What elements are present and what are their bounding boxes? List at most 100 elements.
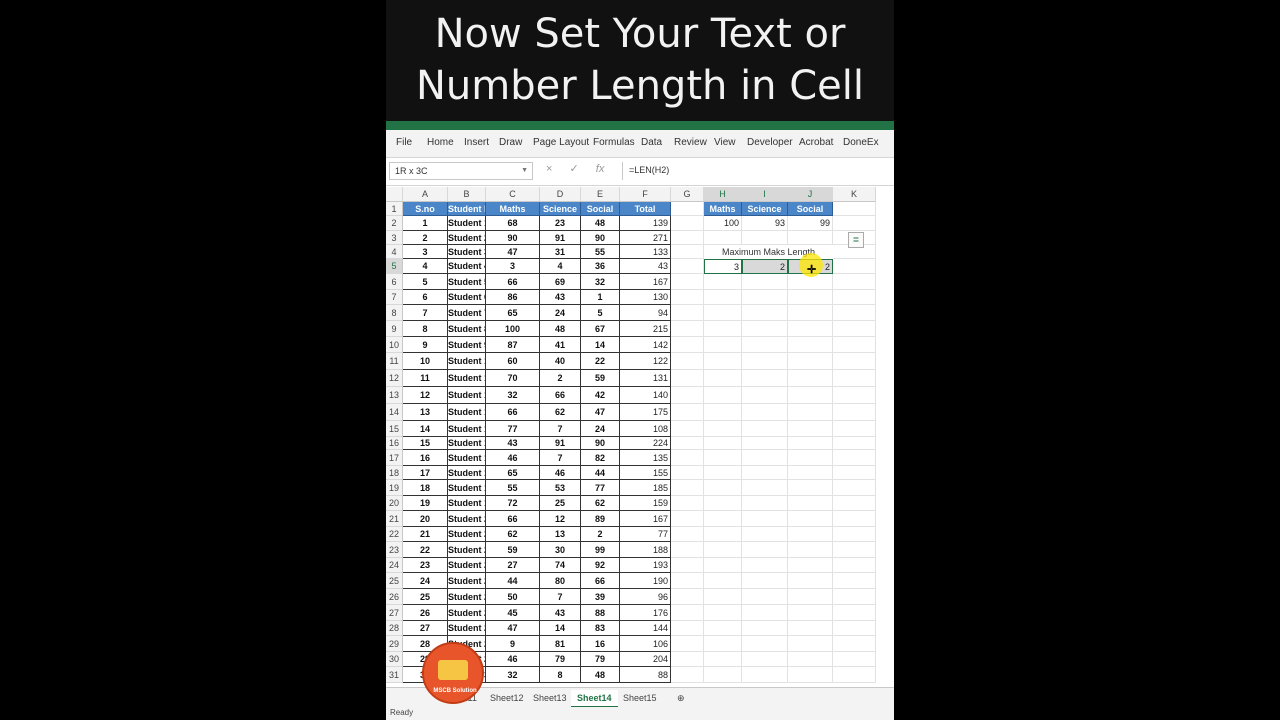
grid-cell[interactable]	[788, 573, 833, 589]
table-cell[interactable]: 155	[620, 466, 671, 480]
grid-cell[interactable]	[833, 450, 876, 466]
table-cell[interactable]: 12	[403, 387, 448, 404]
row-header[interactable]: 20	[386, 496, 403, 511]
grid-cell[interactable]	[788, 480, 833, 496]
grid-cell[interactable]	[671, 527, 704, 542]
table-cell[interactable]: 159	[620, 496, 671, 511]
length-result-cell[interactable]: 3	[704, 259, 742, 274]
table-cell[interactable]: 53	[540, 480, 581, 496]
grid-cell[interactable]	[671, 353, 704, 370]
table-cell[interactable]: Student 5	[448, 274, 486, 290]
grid-cell[interactable]	[833, 259, 876, 274]
table-cell[interactable]: Student 27	[448, 621, 486, 636]
grid-cell[interactable]	[671, 496, 704, 511]
grid-cell[interactable]	[833, 466, 876, 480]
grid-cell[interactable]	[788, 404, 833, 421]
table-cell[interactable]: Student 18	[448, 480, 486, 496]
column-header-f[interactable]: F	[620, 187, 671, 202]
grid-cell[interactable]	[788, 466, 833, 480]
row-header[interactable]: 17	[386, 450, 403, 466]
cancel-icon[interactable]: ×	[546, 163, 552, 175]
table-cell[interactable]: 88	[620, 667, 671, 683]
table-cell[interactable]: Student 14	[448, 421, 486, 437]
table-cell[interactable]: 6	[403, 290, 448, 305]
table-cell[interactable]: 24	[540, 305, 581, 321]
column-header-h[interactable]: H	[704, 187, 742, 202]
grid-cell[interactable]	[742, 542, 788, 558]
tab-view[interactable]: View	[714, 137, 736, 148]
table-cell[interactable]: Student 8	[448, 321, 486, 337]
tab-home[interactable]: Home	[427, 137, 454, 148]
table-header-cell[interactable]: Social	[581, 202, 620, 216]
table-cell[interactable]: 60	[486, 353, 540, 370]
grid-cell[interactable]	[704, 466, 742, 480]
table-cell[interactable]: 144	[620, 621, 671, 636]
grid-cell[interactable]	[742, 480, 788, 496]
table-cell[interactable]: 15	[403, 437, 448, 450]
table-cell[interactable]: Student 9	[448, 337, 486, 353]
tab-data[interactable]: Data	[641, 137, 662, 148]
table-cell[interactable]: 7	[540, 589, 581, 605]
grid-cell[interactable]	[833, 480, 876, 496]
table-cell[interactable]: Student 19	[448, 496, 486, 511]
grid-cell[interactable]	[704, 636, 742, 652]
grid-cell[interactable]	[704, 404, 742, 421]
table-header-cell[interactable]: Student Names	[448, 202, 486, 216]
table-cell[interactable]: 9	[403, 337, 448, 353]
grid-cell[interactable]	[788, 558, 833, 573]
column-header-d[interactable]: D	[540, 187, 581, 202]
table-cell[interactable]: 39	[581, 589, 620, 605]
grid-cell[interactable]	[833, 542, 876, 558]
table-cell[interactable]: Student 11	[448, 370, 486, 387]
table-cell[interactable]: 140	[620, 387, 671, 404]
table-cell[interactable]: 25	[540, 496, 581, 511]
chevron-down-icon[interactable]: ▼	[521, 167, 528, 174]
table-cell[interactable]: 99	[581, 542, 620, 558]
row-header[interactable]: 13	[386, 387, 403, 404]
grid-cell[interactable]	[833, 636, 876, 652]
sheet-tab-active[interactable]: Sheet14	[571, 690, 618, 708]
grid-cell[interactable]	[742, 353, 788, 370]
sheet-tab[interactable]: Sheet12	[484, 690, 530, 706]
row-header[interactable]: 16	[386, 437, 403, 450]
table-cell[interactable]: 185	[620, 480, 671, 496]
grid-cell[interactable]	[833, 216, 876, 231]
grid-cell[interactable]	[833, 573, 876, 589]
column-header-c[interactable]: C	[486, 187, 540, 202]
row-header[interactable]: 29	[386, 636, 403, 652]
grid-cell[interactable]	[671, 290, 704, 305]
tab-acrobat[interactable]: Acrobat	[799, 137, 833, 148]
grid-cell[interactable]	[742, 305, 788, 321]
row-header[interactable]: 26	[386, 589, 403, 605]
table-cell[interactable]: 32	[486, 667, 540, 683]
table-cell[interactable]: 3	[403, 245, 448, 259]
grid-cell[interactable]	[742, 290, 788, 305]
table-cell[interactable]: 90	[581, 231, 620, 245]
column-header-i[interactable]: I	[742, 187, 788, 202]
grid-cell[interactable]	[833, 305, 876, 321]
grid-cell[interactable]	[788, 450, 833, 466]
table-cell[interactable]: 66	[581, 573, 620, 589]
tab-doneex[interactable]: DoneEx	[843, 137, 879, 148]
table-cell[interactable]: 14	[540, 621, 581, 636]
grid-cell[interactable]	[833, 589, 876, 605]
grid-cell[interactable]	[671, 387, 704, 404]
table-cell[interactable]: 167	[620, 511, 671, 527]
tab-file[interactable]: File	[396, 137, 412, 148]
grid-cell[interactable]	[671, 437, 704, 450]
grid-cell[interactable]	[704, 437, 742, 450]
table-cell[interactable]: 27	[403, 621, 448, 636]
grid-cell[interactable]	[788, 511, 833, 527]
row-header[interactable]: 21	[386, 511, 403, 527]
grid-cell[interactable]	[671, 589, 704, 605]
table-cell[interactable]: 92	[581, 558, 620, 573]
table-cell[interactable]: 27	[486, 558, 540, 573]
column-header-a[interactable]: A	[403, 187, 448, 202]
table-cell[interactable]: 83	[581, 621, 620, 636]
table-cell[interactable]: 91	[540, 231, 581, 245]
grid-cell[interactable]	[704, 605, 742, 621]
table-cell[interactable]: 22	[403, 542, 448, 558]
grid-cell[interactable]	[833, 290, 876, 305]
grid-cell[interactable]	[704, 511, 742, 527]
table-cell[interactable]: 12	[540, 511, 581, 527]
